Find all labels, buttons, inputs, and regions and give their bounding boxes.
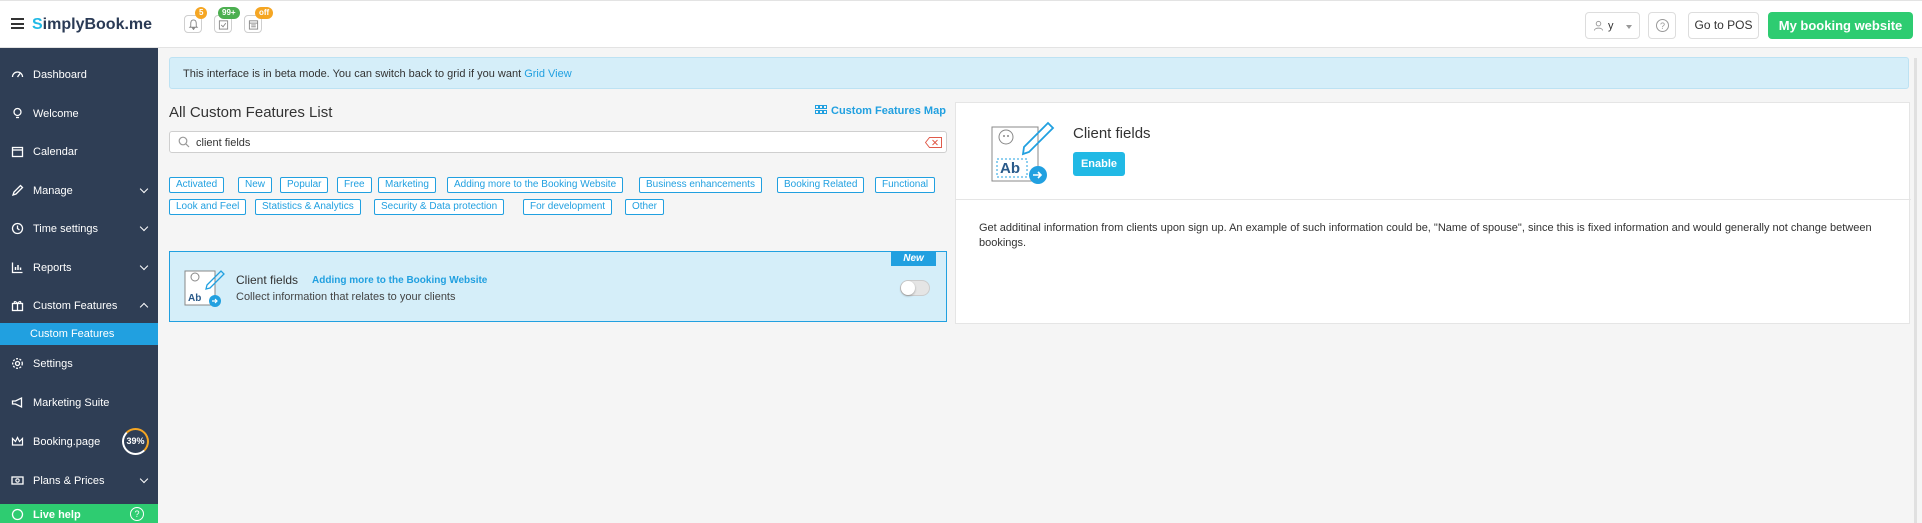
go-to-pos-button[interactable]: Go to POS: [1688, 12, 1759, 39]
beta-text: This interface is in beta mode. You can …: [183, 68, 522, 80]
tag-booking-related[interactable]: Booking Related: [777, 177, 865, 193]
chevron-down-icon: [1626, 25, 1632, 29]
user-icon: [1593, 20, 1604, 31]
detail-title: Client fields: [1073, 125, 1151, 142]
sidebar-item-settings[interactable]: Settings: [0, 354, 158, 374]
calendar-icon: [11, 146, 24, 158]
my-booking-website-button[interactable]: My booking website: [1768, 12, 1913, 39]
money-icon: [11, 476, 24, 485]
top-header: SimplyBook.me 5 99+ off y ? Go to POS My…: [0, 0, 1922, 48]
tag-marketing[interactable]: Marketing: [378, 177, 436, 193]
user-name: y: [1608, 20, 1614, 32]
feature-card-description: Collect information that relates to your…: [236, 291, 456, 303]
svg-text:Ab: Ab: [1000, 160, 1020, 177]
sidebar: Dashboard Welcome Calendar Manage Time s…: [0, 48, 158, 523]
custom-features-map-link[interactable]: Custom Features Map: [815, 105, 946, 117]
tag-adding-more[interactable]: Adding more to the Booking Website: [447, 177, 624, 193]
bulb-icon: [13, 107, 22, 119]
chevron-down-icon: [139, 261, 149, 271]
sidebar-item-booking-page[interactable]: Booking.page 39%: [0, 428, 158, 455]
grid-view-link[interactable]: Grid View: [524, 68, 571, 80]
feature-toggle[interactable]: [900, 280, 930, 296]
feature-card-category[interactable]: Adding more to the Booking Website: [312, 275, 487, 286]
pencil-icon: [11, 184, 24, 197]
sidebar-item-reports[interactable]: Reports: [0, 258, 158, 278]
dashboard-icon: [11, 71, 24, 78]
sidebar-item-dashboard[interactable]: Dashboard: [0, 65, 158, 85]
tag-new[interactable]: New: [238, 177, 273, 193]
megaphone-icon: [11, 396, 23, 409]
tasks-button[interactable]: 99+: [214, 7, 240, 33]
tag-other[interactable]: Other: [625, 199, 665, 215]
user-menu[interactable]: y: [1585, 12, 1640, 39]
clock-icon: [11, 222, 24, 235]
checklist-icon: [218, 20, 229, 30]
crown-icon: [11, 436, 24, 446]
tag-statistics-analytics[interactable]: Statistics & Analytics: [255, 199, 361, 215]
chevron-down-icon: [139, 184, 149, 194]
notifications-badge: 5: [195, 7, 208, 19]
clear-search-icon[interactable]: [925, 137, 942, 148]
gear-icon: [12, 358, 23, 369]
feature-detail-panel: Ab Client fields Enable Get additinal in…: [955, 102, 1911, 324]
sidebar-item-custom-features[interactable]: Custom Features: [0, 296, 158, 316]
logo[interactable]: SimplyBook.me: [32, 16, 152, 34]
client-fields-icon: Ab: [991, 121, 1055, 184]
detail-description: Get additinal information from clients u…: [979, 222, 1872, 249]
sidebar-item-marketing-suite[interactable]: Marketing Suite: [0, 393, 158, 413]
grid-icon: [815, 105, 827, 114]
calendar-icon: [248, 20, 259, 30]
chevron-up-icon: [139, 302, 149, 312]
sidebar-item-time-settings[interactable]: Time settings: [0, 219, 158, 239]
tag-look-and-feel[interactable]: Look and Feel: [169, 199, 247, 215]
tag-business-enhancements[interactable]: Business enhancements: [639, 177, 762, 193]
divider: [956, 199, 1911, 200]
sidebar-item-manage[interactable]: Manage: [0, 181, 158, 201]
client-fields-icon: Ab: [184, 270, 225, 307]
menu-icon[interactable]: [11, 18, 24, 29]
calendar-sync-button[interactable]: off: [244, 7, 274, 33]
tag-for-development[interactable]: For development: [523, 199, 613, 215]
sidebar-item-welcome[interactable]: Welcome: [0, 104, 158, 124]
sidebar-subitem-custom-features[interactable]: Custom Features: [0, 323, 158, 345]
page-title: All Custom Features List: [169, 104, 333, 121]
chevron-down-icon: [139, 222, 149, 232]
live-help-button[interactable]: Live help ?: [0, 504, 158, 523]
tag-functional[interactable]: Functional: [875, 177, 936, 193]
scrollbar[interactable]: [1914, 58, 1917, 523]
tasks-badge: 99+: [218, 7, 240, 19]
search-icon: [178, 136, 190, 148]
question-icon: ?: [130, 507, 144, 521]
sidebar-item-plans-prices[interactable]: Plans & Prices: [0, 471, 158, 491]
toggle-knob: [901, 281, 915, 295]
chart-icon: [11, 262, 23, 274]
feature-card-client-fields[interactable]: Ab Client fields Adding more to the Book…: [169, 251, 947, 322]
search-box: [169, 131, 947, 153]
beta-notice: This interface is in beta mode. You can …: [169, 57, 1909, 89]
tag-free[interactable]: Free: [337, 177, 372, 193]
gift-icon: [11, 301, 24, 312]
chevron-down-icon: [139, 474, 149, 484]
tag-activated[interactable]: Activated: [169, 177, 225, 193]
question-icon: ?: [1656, 19, 1669, 32]
new-badge: New: [891, 252, 936, 266]
enable-button[interactable]: Enable: [1073, 152, 1125, 176]
notifications-button[interactable]: 5: [184, 7, 208, 33]
chat-icon: [11, 508, 24, 521]
svg-text:Ab: Ab: [188, 293, 201, 304]
feature-card-title: Client fields: [236, 273, 299, 287]
booking-page-progress: 39%: [122, 428, 149, 455]
help-button[interactable]: ?: [1648, 12, 1676, 39]
calendar-badge: off: [255, 7, 274, 19]
search-input[interactable]: [196, 135, 896, 150]
bell-icon: [188, 19, 199, 30]
tag-popular[interactable]: Popular: [280, 177, 329, 193]
tag-security-data-protection[interactable]: Security & Data protection: [374, 199, 505, 215]
sidebar-item-calendar[interactable]: Calendar: [0, 142, 158, 162]
